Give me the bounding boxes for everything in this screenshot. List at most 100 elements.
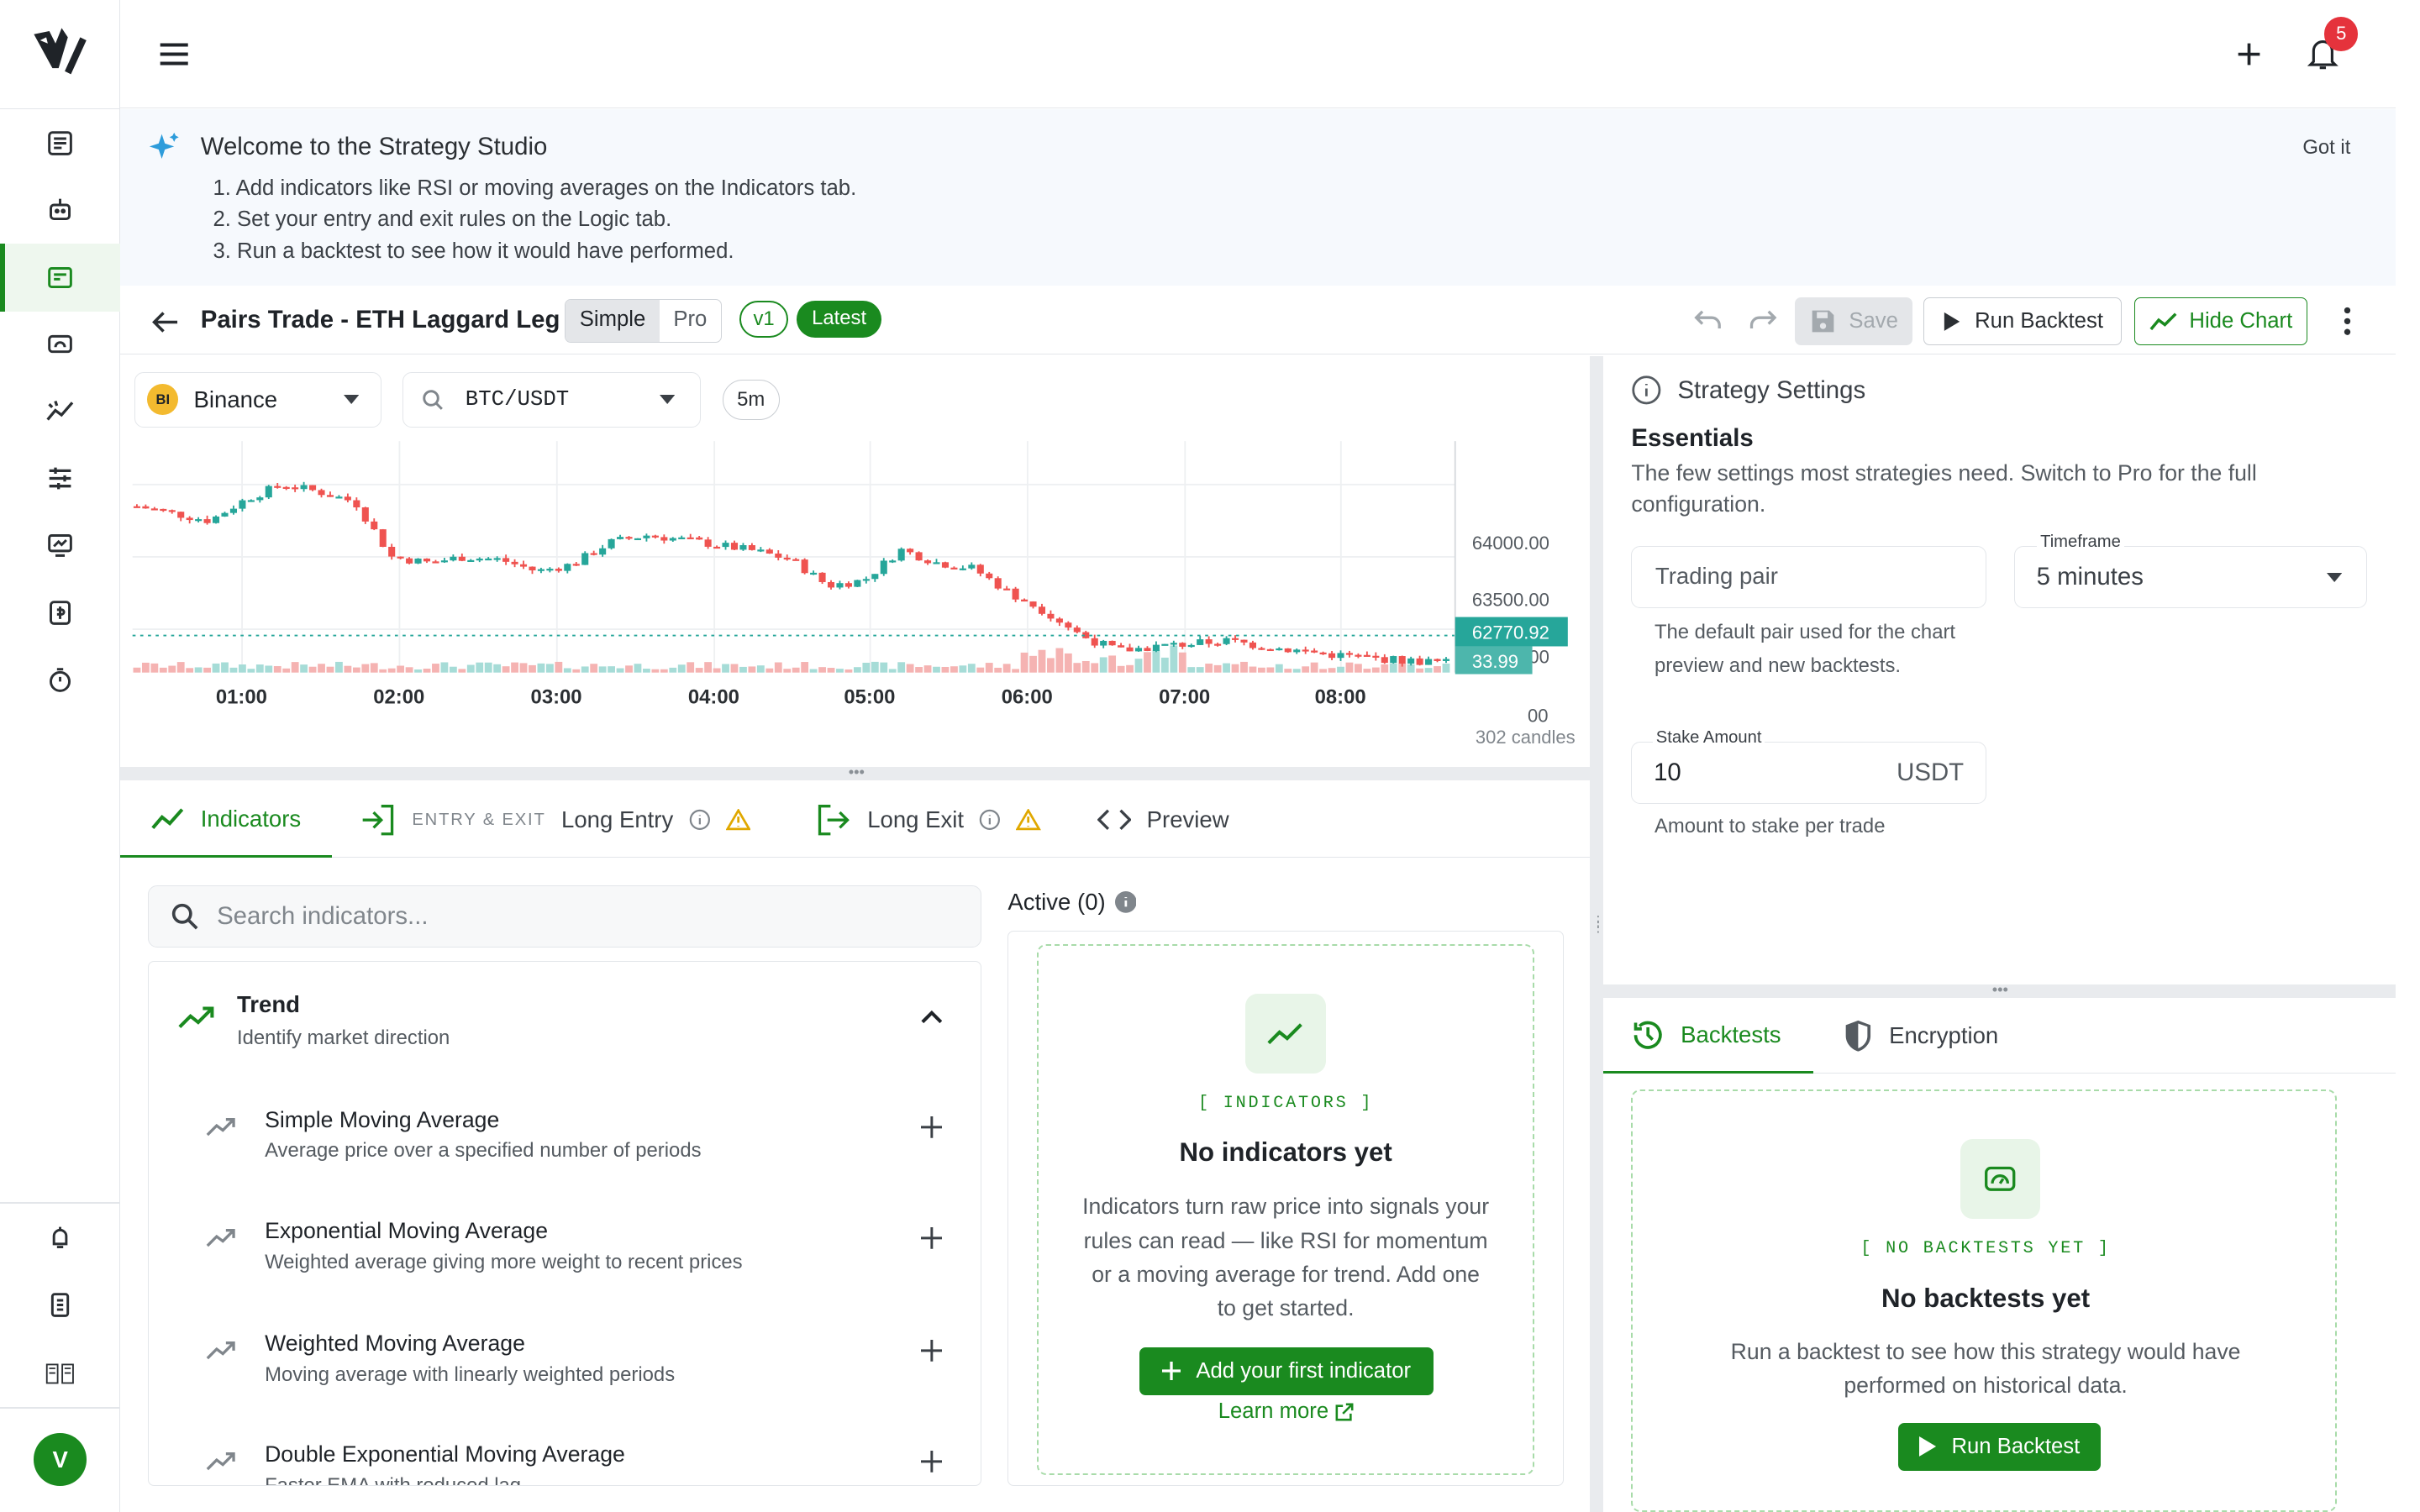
add-icon[interactable] <box>920 1340 943 1362</box>
volume-bar <box>150 663 159 673</box>
add-icon[interactable] <box>920 1116 943 1138</box>
volume-bar <box>335 662 344 673</box>
trading-pair-input[interactable]: Trading pair <box>1631 546 1986 608</box>
indicator-search-input[interactable]: Search indicators... <box>148 885 982 948</box>
exchange-select[interactable]: BI Binance <box>134 371 381 428</box>
candle-body <box>1108 641 1116 646</box>
banner-title: Welcome to the Strategy Studio <box>200 132 548 160</box>
save-button[interactable]: Save <box>1795 297 1912 346</box>
app-logo[interactable] <box>28 22 92 83</box>
info-icon[interactable] <box>979 809 1001 831</box>
volume-bar <box>757 665 765 673</box>
undo-icon[interactable] <box>1691 304 1725 338</box>
volume-bar <box>133 667 141 673</box>
nav-signals-icon[interactable] <box>0 376 120 444</box>
hide-chart-button[interactable]: Hide Chart <box>2134 297 2307 346</box>
timeframe-select[interactable]: 5 minutes <box>2013 546 2368 608</box>
indicator-item[interactable]: Simple Moving Average Average price over… <box>149 1095 981 1205</box>
candle-body <box>572 564 581 566</box>
user-avatar[interactable]: V <box>34 1433 87 1486</box>
tab-indicators[interactable]: Indicators <box>120 782 332 858</box>
hamburger-menu-icon[interactable] <box>155 34 195 74</box>
nav-bots-icon[interactable] <box>0 176 120 244</box>
candle-body <box>713 547 721 549</box>
tab-encryption[interactable]: Encryption <box>1843 998 1998 1074</box>
candle-body <box>915 552 923 561</box>
redo-icon[interactable] <box>1745 304 1779 338</box>
drag-handle-icon[interactable]: ••• <box>1977 981 2023 996</box>
mode-pro-button[interactable]: Pro <box>660 300 721 341</box>
vertical-resize-handle[interactable]: ⋮ ⋮ <box>1589 356 1606 1512</box>
trend-group-title: Trend <box>237 991 301 1018</box>
notification-count-badge: 5 <box>2324 17 2359 51</box>
strategy-header: Pairs Trade - ETH Laggard Leg Simple Pro… <box>120 286 2396 355</box>
dismiss-banner-button[interactable]: Got it <box>2302 136 2350 160</box>
volume-bar <box>1029 655 1038 673</box>
info-icon[interactable] <box>689 809 711 831</box>
nav-timer-icon[interactable] <box>0 647 120 715</box>
no-backtests-tag: [ NO BACKTESTS YET ] <box>1860 1239 2111 1259</box>
trending-up-icon <box>206 1452 235 1471</box>
nav-dashboard-icon[interactable] <box>0 109 120 177</box>
nav-docs-icon[interactable] <box>0 1271 120 1339</box>
candlestick-chart[interactable]: 64000.00 63500.00 63000.00 00 62770.92 3… <box>120 433 1590 727</box>
candle-body <box>1434 659 1441 662</box>
volume-bar <box>1416 668 1424 673</box>
tab-preview[interactable]: Preview <box>1097 782 1229 858</box>
indicator-item[interactable]: Double Exponential Moving Average Faster… <box>149 1430 981 1485</box>
run-backtest-button[interactable]: Run Backtest <box>1923 297 2123 346</box>
mode-simple-button[interactable]: Simple <box>566 300 660 342</box>
more-vertical-icon[interactable] <box>2330 304 2364 338</box>
learn-more-link[interactable]: Learn more <box>1039 1399 1533 1424</box>
candle-body <box>362 507 370 522</box>
indicator-item[interactable]: Exponential Moving Average Weighted aver… <box>149 1205 981 1316</box>
mode-toggle[interactable]: Simple Pro <box>565 299 722 343</box>
nav-alerts-icon[interactable] <box>0 1204 120 1272</box>
volume-bar <box>1144 652 1152 673</box>
candle-body <box>976 564 985 574</box>
volume-bar <box>1002 664 1011 673</box>
drag-handle-icon[interactable]: ⋮ ⋮ <box>1591 914 1606 934</box>
volume-bar <box>1082 661 1090 673</box>
back-arrow-icon[interactable] <box>148 306 182 339</box>
trend-line-icon <box>151 808 184 830</box>
nav-monitor-icon[interactable] <box>0 511 120 579</box>
strategy-title[interactable]: Pairs Trade - ETH Laggard Leg <box>201 306 560 334</box>
chevron-up-icon[interactable] <box>921 1010 943 1024</box>
trend-group-header[interactable]: Trend Identify market direction <box>149 962 981 1079</box>
drag-handle-icon[interactable]: ••• <box>834 764 880 781</box>
volume-bar <box>1213 664 1222 673</box>
volume-bar <box>765 668 774 673</box>
candle-body <box>555 569 563 571</box>
nav-settings-sliders-icon[interactable] <box>0 444 120 512</box>
volume-bar <box>775 662 782 673</box>
add-first-indicator-button[interactable]: Add your first indicator <box>1139 1347 1434 1395</box>
version-badge[interactable]: v1 <box>739 301 789 339</box>
chart-resize-handle[interactable]: ••• <box>120 764 1590 781</box>
tab-long-entry[interactable]: ENTRY & EXIT Long Entry <box>360 782 751 858</box>
nav-billing-icon[interactable] <box>0 579 120 647</box>
stake-amount-input[interactable]: 10 USDT <box>1631 742 1986 804</box>
add-icon[interactable] <box>2228 34 2269 74</box>
volume-bar <box>1205 664 1213 673</box>
nav-backtests-icon[interactable] <box>0 310 120 378</box>
learn-more-label: Learn more <box>1218 1399 1329 1424</box>
indicator-item[interactable]: Weighted Moving Average Moving average w… <box>149 1319 981 1430</box>
nav-book-icon[interactable] <box>0 1339 120 1407</box>
nav-strategies-icon[interactable] <box>0 244 121 312</box>
tab-long-exit[interactable]: Long Exit <box>815 782 1041 858</box>
run-backtest-empty-button[interactable]: Run Backtest <box>1898 1422 2101 1471</box>
timeframe-chip[interactable]: 5m <box>722 379 780 420</box>
tab-backtests[interactable]: Backtests <box>1603 998 1814 1074</box>
candle-body <box>950 567 958 570</box>
candle-body <box>221 512 229 517</box>
candle-body <box>397 556 404 559</box>
add-icon[interactable] <box>920 1227 943 1249</box>
pair-select[interactable]: BTC/USDT <box>402 371 701 428</box>
volume-bar <box>1126 664 1134 673</box>
info-icon[interactable] <box>1114 891 1137 913</box>
add-icon[interactable] <box>920 1451 943 1473</box>
settings-resize-handle[interactable]: ••• <box>1603 981 2396 999</box>
candle-body <box>511 561 518 564</box>
page-scrollbar[interactable] <box>2395 0 2420 1512</box>
